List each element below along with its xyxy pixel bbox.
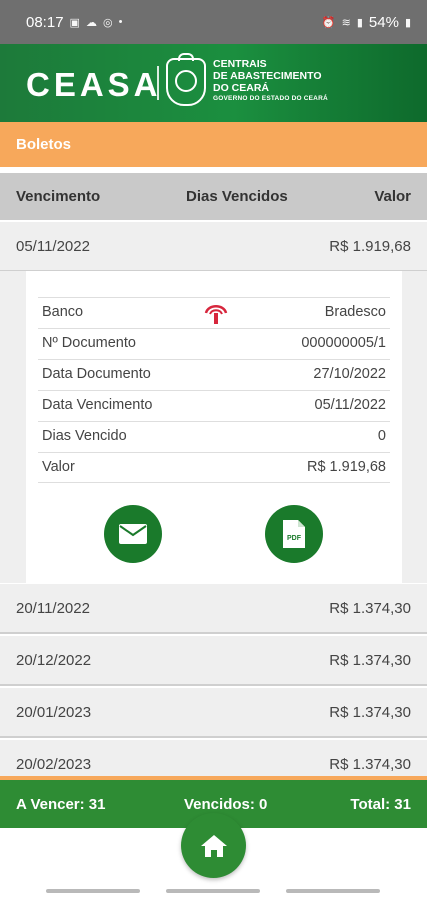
- summary-total: Total: 31: [350, 796, 411, 813]
- table-row[interactable]: 20/12/2022 R$ 1.374,30: [0, 636, 427, 686]
- nav-home[interactable]: [166, 889, 260, 893]
- nav-back[interactable]: [286, 889, 380, 893]
- app-header: CEASA CENTRAIS DE ABASTECIMENTO DO CEARÁ…: [0, 44, 427, 122]
- detail-row-documento: Nº Documento 000000005/1: [38, 328, 390, 359]
- state-seal-icon: [166, 53, 206, 106]
- row-amount: R$ 1.374,30: [329, 600, 411, 617]
- battery-percent: 54%: [368, 13, 399, 31]
- row-date: 20/01/2023: [16, 704, 92, 721]
- col-vencimento: Vencimento: [16, 188, 101, 205]
- row-date: 20/12/2022: [16, 652, 92, 669]
- boleto-detail: Banco Bradesco Nº Documento 000000005/1 …: [0, 271, 427, 583]
- row-amount: R$ 1.919,68: [329, 238, 411, 255]
- row-amount: R$ 1.374,30: [329, 652, 411, 669]
- home-icon: [200, 834, 227, 857]
- row-date: 05/11/2022: [16, 238, 90, 255]
- logo-divider: [157, 66, 159, 100]
- row-amount: R$ 1.374,30: [329, 704, 411, 721]
- detail-row-valor: Valor R$ 1.919,68: [38, 452, 390, 483]
- detail-row-dias-vencido: Dias Vencido 0: [38, 421, 390, 452]
- col-dias-vencidos: Dias Vencidos: [186, 188, 288, 205]
- row-date: 20/11/2022: [16, 600, 90, 617]
- summary-a-vencer: A Vencer: 31: [16, 796, 106, 813]
- table-header: Vencimento Dias Vencidos Valor: [0, 173, 427, 220]
- detail-row-data-documento: Data Documento 27/10/2022: [38, 359, 390, 390]
- send-email-button[interactable]: [104, 505, 162, 563]
- bradesco-logo-icon: [204, 305, 228, 324]
- alarm-icon: ⏰: [321, 16, 336, 29]
- table-row[interactable]: 20/11/2022 R$ 1.374,30: [0, 584, 427, 634]
- detail-row-data-vencimento: Data Vencimento 05/11/2022: [38, 390, 390, 421]
- nav-recents[interactable]: [46, 889, 140, 893]
- row-amount: R$ 1.374,30: [329, 756, 411, 773]
- detail-card: Banco Bradesco Nº Documento 000000005/1 …: [26, 271, 402, 583]
- envelope-icon: [119, 524, 147, 544]
- download-pdf-button[interactable]: PDF: [265, 505, 323, 563]
- instagram-icon: ◎: [102, 16, 113, 29]
- pdf-file-icon: PDF: [283, 520, 305, 548]
- wifi-icon: ≋: [341, 16, 351, 29]
- svg-text:PDF: PDF: [287, 535, 302, 542]
- col-valor: Valor: [374, 188, 411, 205]
- signal-icon: ▮: [356, 16, 363, 29]
- status-time: 08:17: [26, 13, 64, 31]
- detail-row-banco: Banco Bradesco: [38, 297, 390, 328]
- row-date: 20/02/2023: [16, 756, 92, 773]
- cloud-icon: ☁: [85, 16, 97, 29]
- status-bar: 08:17 ▣ ☁ ◎ • ⏰ ≋ ▮ 54% ▮: [0, 0, 427, 44]
- table-row[interactable]: 20/01/2023 R$ 1.374,30: [0, 688, 427, 738]
- summary-vencidos: Vencidos: 0: [184, 796, 268, 813]
- home-button[interactable]: [181, 813, 246, 878]
- section-title: Boletos: [0, 122, 427, 167]
- table-row[interactable]: 05/11/2022 R$ 1.919,68: [0, 222, 427, 272]
- dot-icon: •: [118, 16, 123, 28]
- gallery-icon: ▣: [69, 16, 80, 29]
- battery-icon: ▮: [404, 16, 411, 29]
- ceasa-logo: CEASA: [26, 66, 162, 103]
- header-tagline: CENTRAIS DE ABASTECIMENTO DO CEARÁ GOVER…: [213, 58, 328, 102]
